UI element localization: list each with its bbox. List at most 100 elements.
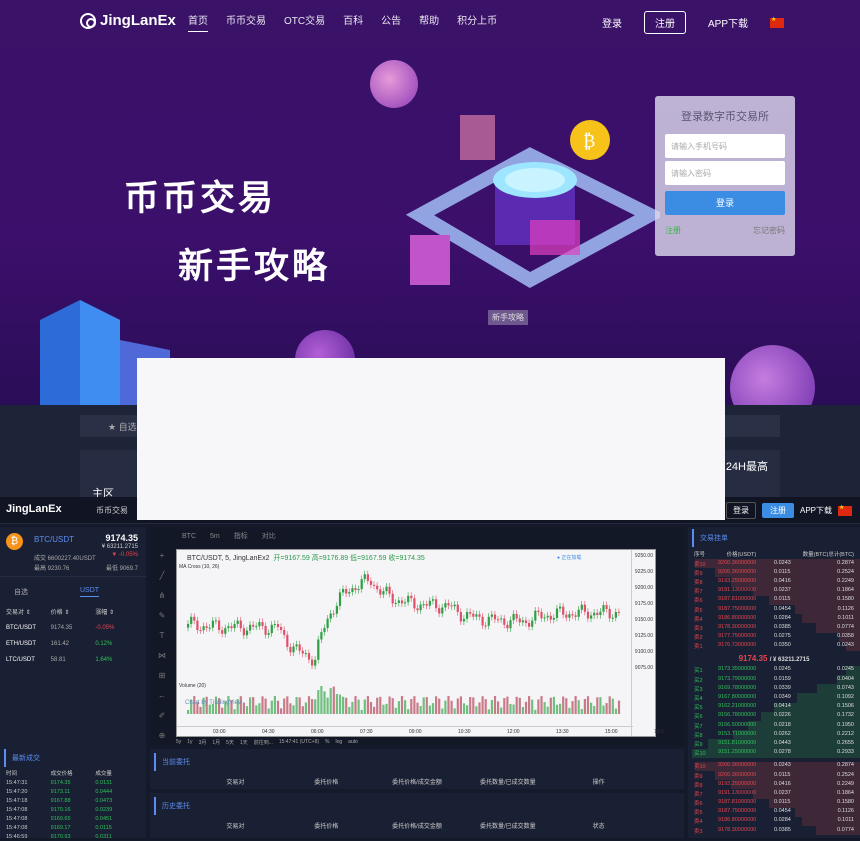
- nav-wiki[interactable]: 百科: [343, 12, 363, 32]
- book-row[interactable]: 卖9 9200.36000000 0.0115 0.2524: [688, 568, 860, 578]
- china-flag-icon[interactable]: [838, 504, 852, 516]
- book-amount: 0.0275: [774, 633, 791, 640]
- time-tick: 15:00: [605, 729, 618, 735]
- nav-help[interactable]: 帮助: [419, 12, 439, 32]
- book-row[interactable]: 卖5 9187.75000000 0.0454 0.1126: [688, 807, 860, 817]
- book-row[interactable]: 买2 9173.79000000 0.0159 0.0404: [688, 675, 860, 685]
- book-last-price: 9174.35 / ¥ 63211.2715: [738, 653, 810, 663]
- book-row[interactable]: 买5 9162.21000000 0.0414 0.1506: [688, 702, 860, 712]
- book-price: 9200.36000000: [718, 568, 757, 575]
- exchange-app-link[interactable]: APP下载: [800, 505, 832, 516]
- measure-icon[interactable]: ⊞: [159, 671, 166, 680]
- book-row[interactable]: 卖1 9176.72000000 0.0350 0.0243: [688, 641, 860, 651]
- book-row[interactable]: 卖10 9200.36000000 0.0243 0.2874: [688, 559, 860, 569]
- chart-range-button[interactable]: %: [325, 739, 329, 745]
- book-row[interactable]: 卖9 9200.36000000 0.0115 0.2524: [688, 770, 860, 781]
- app-download-link[interactable]: APP下载: [708, 15, 748, 30]
- brand-logo[interactable]: JingLanEx: [80, 12, 176, 29]
- chart-range-button[interactable]: 5y: [176, 739, 181, 745]
- book-row[interactable]: 卖3 9178.30000000 0.0385 0.0774: [688, 623, 860, 633]
- market-row[interactable]: LTC/USDT 58.81 1.64%: [0, 652, 146, 668]
- book-row[interactable]: 买6 9156.78000000 0.0226 0.1732: [688, 711, 860, 721]
- candle-body: [518, 618, 521, 623]
- book-row[interactable]: 卖7 9191.13000000 0.0237 0.1864: [688, 789, 860, 799]
- book-price: 9193.25000000: [718, 780, 757, 787]
- line-tool-icon[interactable]: ╱: [160, 571, 165, 580]
- exchange-nav-spot[interactable]: 币币交易: [96, 505, 128, 516]
- chart-range-button[interactable]: 前往到...: [254, 739, 273, 746]
- exchange-login-button[interactable]: 登录: [725, 502, 756, 519]
- zoom-icon[interactable]: ⊕: [159, 731, 166, 740]
- book-row[interactable]: 卖5 9187.75000000 0.0454 0.1126: [688, 604, 860, 615]
- chart-range-button[interactable]: 15:47:41 (UTC+8): [279, 739, 319, 745]
- chart-range-button[interactable]: log: [335, 739, 342, 745]
- symbol-button[interactable]: BTC: [182, 533, 196, 540]
- book-row[interactable]: 买3 9169.78000000 0.0339 0.0743: [688, 684, 860, 694]
- book-row[interactable]: 卖6 9187.81000000 0.0115 0.1580: [688, 595, 860, 605]
- forgot-password-link[interactable]: 忘记密码: [753, 225, 785, 236]
- book-row[interactable]: 卖2 9177.75000000 0.0275 0.0358: [688, 632, 860, 642]
- nav-home[interactable]: 首页: [188, 12, 208, 32]
- book-row[interactable]: 卖3 9178.30000000 0.0385 0.0774: [688, 826, 860, 836]
- book-row[interactable]: 卖4 9186.80000000 0.0284 0.1011: [688, 816, 860, 827]
- nav-notice[interactable]: 公告: [381, 12, 401, 32]
- compare-button[interactable]: 对比: [262, 531, 276, 541]
- pattern-icon[interactable]: ⋈: [158, 651, 166, 660]
- tab-favorites[interactable]: 自选: [14, 587, 28, 597]
- market-row[interactable]: BTC/USDT 9174.35 -0.05%: [0, 620, 146, 636]
- book-row[interactable]: 卖8 9193.25000000 0.0416 0.2249: [688, 780, 860, 790]
- market-change: 0.12%: [95, 641, 113, 647]
- volume-bar: [469, 697, 472, 714]
- nav-listing[interactable]: 积分上币: [457, 12, 497, 32]
- book-row[interactable]: 买7 9156.50000000 0.0218 0.1950: [688, 721, 860, 731]
- back-icon[interactable]: ←: [158, 691, 166, 700]
- candle-body: [404, 602, 407, 604]
- book-row[interactable]: 买1 9173.35000000 0.0245 0.0245: [688, 665, 860, 676]
- volume-bar: [360, 709, 363, 714]
- login-button[interactable]: 登录: [665, 191, 785, 215]
- chart-range-button[interactable]: auto: [348, 739, 358, 745]
- chart-range-button[interactable]: 1y: [187, 739, 192, 745]
- book-row[interactable]: 卖10 9200.36000000 0.0243 0.2874: [688, 761, 860, 771]
- nav-spot[interactable]: 币币交易: [226, 12, 266, 32]
- login-link[interactable]: 登录: [602, 15, 622, 30]
- volume-bar: [416, 702, 419, 714]
- book-row[interactable]: 买10 9151.25000000 0.0278 0.2933: [688, 748, 860, 758]
- fork-tool-icon[interactable]: ⋔: [159, 591, 166, 600]
- chart-range-button[interactable]: 1天: [240, 739, 248, 746]
- chart-range-button[interactable]: 5天: [226, 739, 234, 746]
- candle-body: [571, 614, 574, 616]
- nav-otc[interactable]: OTC交易: [284, 12, 325, 32]
- register-link[interactable]: 注册: [665, 225, 681, 236]
- market-row[interactable]: ETH/USDT 161.42 0.12%: [0, 636, 146, 652]
- book-row[interactable]: 卖6 9187.81000000 0.0115 0.1580: [688, 798, 860, 808]
- crosshair-icon[interactable]: +: [160, 551, 165, 560]
- china-flag-icon[interactable]: [770, 16, 784, 28]
- book-row[interactable]: 卖4 9186.80000000 0.0284 0.1011: [688, 614, 860, 624]
- chart-range-button[interactable]: 1月: [212, 739, 220, 746]
- register-button[interactable]: 注册: [643, 11, 686, 34]
- interval-button[interactable]: 5m: [210, 533, 220, 540]
- password-input[interactable]: 请输入密码: [665, 161, 785, 185]
- book-row[interactable]: 卖8 9193.25000000 0.0416 0.2249: [688, 577, 860, 587]
- chart-range-button[interactable]: 3月: [199, 739, 207, 746]
- tab-usdt[interactable]: USDT: [80, 587, 100, 597]
- ruler-icon[interactable]: ✐: [159, 711, 166, 720]
- candle-body: [388, 586, 391, 594]
- market-price: 58.81: [50, 657, 66, 663]
- book-row[interactable]: 买8 9153.71000000 0.0262 0.2212: [688, 730, 860, 740]
- candlestick-chart[interactable]: BTC/USDT, 5, JingLanEx2 开=9167.59 高=9176…: [176, 549, 664, 737]
- candle-body: [441, 607, 444, 614]
- book-row[interactable]: 买9 9151.81000000 0.0443 0.2655: [688, 739, 860, 749]
- exchange-register-button[interactable]: 注册: [761, 503, 794, 518]
- ticker-pair[interactable]: BTC/USDT: [34, 535, 74, 544]
- phone-input[interactable]: 请输入手机号码: [665, 134, 785, 158]
- book-row[interactable]: 买4 9167.80000000 0.0349 0.1092: [688, 693, 860, 703]
- book-row[interactable]: 卖7 9191.13000000 0.0237 0.1864: [688, 586, 860, 596]
- book-price: 9177.75000000: [718, 633, 757, 640]
- text-tool-icon[interactable]: T: [160, 631, 165, 640]
- brush-icon[interactable]: ✎: [159, 611, 166, 620]
- trade-row: 15:46:59 9170.93 0.0311: [0, 832, 146, 841]
- exchange-logo[interactable]: JingLanEx: [6, 503, 62, 515]
- indicators-button[interactable]: 指标: [234, 531, 248, 541]
